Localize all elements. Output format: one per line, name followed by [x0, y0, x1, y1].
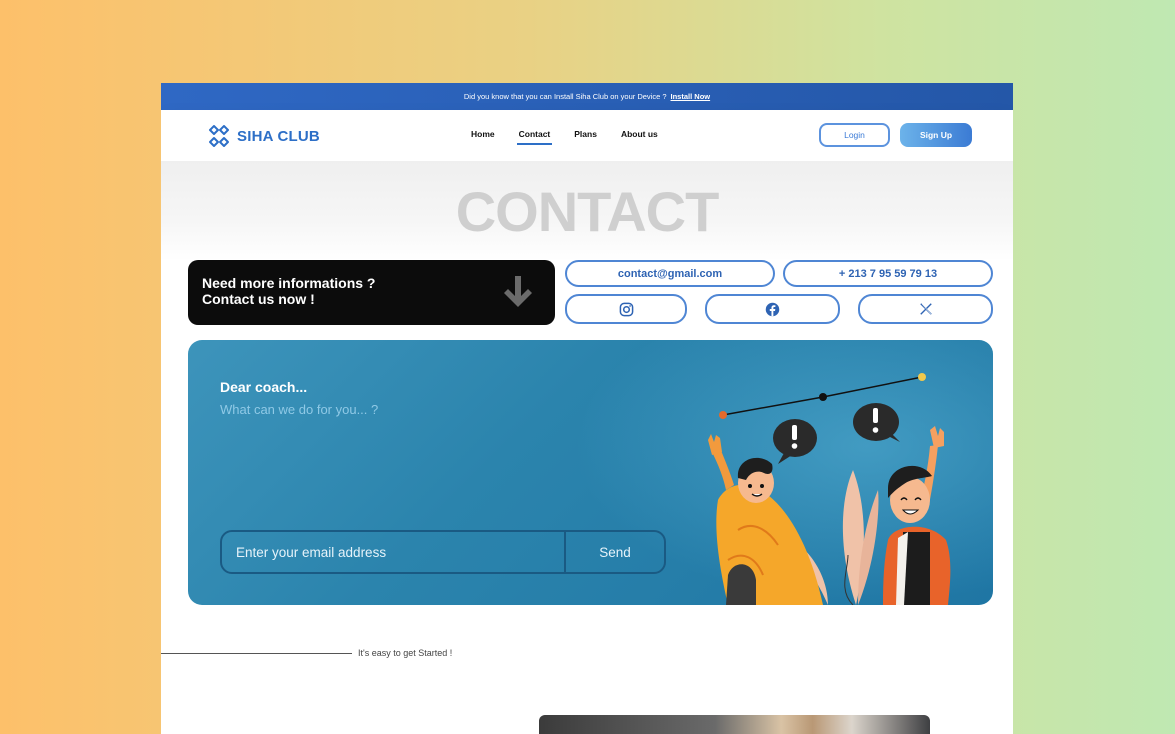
banner-greeting: Dear coach... [220, 379, 308, 395]
nav-links: Home Contact Plans About us [459, 129, 670, 145]
logo[interactable]: SIHA CLUB [207, 124, 320, 148]
banner-question: What can we do for you... ? [220, 402, 379, 417]
x-icon [919, 303, 932, 315]
login-button[interactable]: Login [819, 123, 890, 147]
nav-plans[interactable]: Plans [562, 129, 609, 145]
announcement-bar: Did you know that you can Install Siha C… [161, 83, 1013, 110]
section-divider [161, 653, 352, 654]
nav-contact[interactable]: Contact [507, 129, 563, 145]
install-now-link[interactable]: Install Now [671, 92, 711, 101]
instagram-icon [619, 302, 633, 316]
send-button[interactable]: Send [566, 532, 664, 572]
facebook-icon [765, 302, 780, 316]
phone-pill[interactable]: + 213 7 95 59 79 13 [783, 260, 993, 287]
signup-button[interactable]: Sign Up [900, 123, 972, 147]
contact-prompt-card: Need more informations ? Contact us now … [188, 260, 555, 325]
arrow-down-icon [504, 276, 532, 307]
nav-home[interactable]: Home [459, 129, 507, 145]
siha-logo-icon [209, 125, 229, 147]
announcement-text: Did you know that you can Install Siha C… [463, 92, 667, 101]
newsletter-form: Send [220, 530, 666, 574]
email-pill[interactable]: contact@gmail.com [565, 260, 775, 287]
coach-photo [539, 715, 930, 734]
x-button[interactable] [858, 294, 993, 324]
contact-banner: Dear coach... What can we do for you... … [188, 340, 993, 605]
people-cheering-illustration [708, 373, 951, 605]
navbar: SIHA CLUB Home Contact Plans About us Lo… [161, 110, 1013, 161]
page-title: CONTACT [455, 180, 720, 243]
email-input[interactable] [222, 532, 566, 572]
contact-prompt-line1: Need more informations ? [202, 275, 376, 291]
page: Did you know that you can Install Siha C… [161, 83, 1013, 734]
nav-about[interactable]: About us [609, 129, 670, 145]
facebook-button[interactable] [705, 294, 840, 324]
brand-name: SIHA CLUB [237, 127, 320, 145]
section-label: It's easy to get Started ! [358, 648, 453, 658]
contact-prompt-line2: Contact us now ! [202, 291, 315, 307]
instagram-button[interactable] [565, 294, 687, 324]
